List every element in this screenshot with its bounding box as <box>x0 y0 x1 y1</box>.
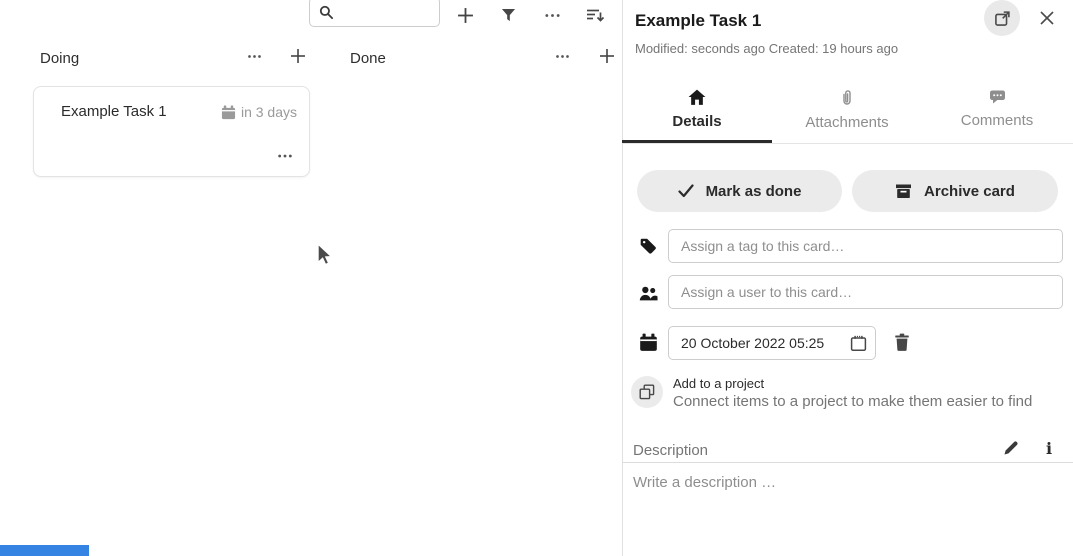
user-input[interactable] <box>669 284 1062 300</box>
search-icon <box>316 2 336 22</box>
users-icon <box>638 283 658 303</box>
button-label: Archive card <box>924 183 1015 200</box>
calendar-outline-icon <box>850 335 867 352</box>
sort-button[interactable] <box>581 1 609 29</box>
tag-input[interactable] <box>669 238 1062 254</box>
plus-icon <box>290 48 306 64</box>
sort-icon <box>586 7 604 23</box>
tab-label: Attachments <box>805 114 888 131</box>
calendar-icon <box>638 332 658 352</box>
tab-label: Comments <box>961 112 1034 129</box>
column-title: Doing <box>40 50 79 67</box>
card-more-button[interactable] <box>277 148 293 164</box>
mouse-cursor <box>317 243 336 268</box>
description-placeholder[interactable]: Write a description … <box>633 474 776 491</box>
tab-details[interactable]: Details <box>622 84 772 140</box>
due-date-text: in 3 days <box>241 104 297 120</box>
tab-label: Details <box>672 113 721 130</box>
project-row-subtitle: Connect items to a project to make them … <box>673 393 1032 410</box>
more-options-icon <box>555 49 570 64</box>
column-title: Done <box>350 50 386 67</box>
home-icon <box>688 89 706 106</box>
plus-icon <box>457 7 474 24</box>
more-options-icon <box>247 49 262 64</box>
tab-baseline <box>623 143 1073 144</box>
column-doing-more-button[interactable] <box>241 44 267 68</box>
search-input[interactable] <box>336 5 433 20</box>
external-link-icon <box>994 10 1011 27</box>
task-card[interactable]: Example Task 1 in 3 days <box>33 86 310 177</box>
more-options-icon <box>544 7 561 24</box>
archive-card-button[interactable]: Archive card <box>852 170 1058 212</box>
comment-icon <box>989 89 1006 105</box>
remove-due-date-button[interactable] <box>888 328 916 356</box>
close-icon <box>1039 10 1055 26</box>
column-header-doing: Doing <box>40 46 79 70</box>
description-divider <box>623 462 1073 463</box>
user-field[interactable] <box>668 275 1063 309</box>
column-doing-add-button[interactable] <box>285 44 311 68</box>
mark-as-done-button[interactable]: Mark as done <box>637 170 842 212</box>
close-panel-button[interactable] <box>1036 7 1058 29</box>
project-row-title: Add to a project <box>673 376 764 391</box>
column-done-more-button[interactable] <box>549 44 575 68</box>
info-icon: i <box>1046 439 1052 458</box>
tab-comments[interactable]: Comments <box>922 84 1072 140</box>
plus-icon <box>599 48 615 64</box>
panel-meta: Modified: seconds ago Created: 19 hours … <box>635 41 898 56</box>
trash-icon <box>894 333 910 351</box>
column-done-add-button[interactable] <box>594 44 620 68</box>
date-picker-button[interactable] <box>841 327 875 359</box>
panel-title: Example Task 1 <box>635 11 761 31</box>
edit-description-button[interactable] <box>999 437 1023 459</box>
more-options-icon <box>277 148 293 164</box>
card-title: Example Task 1 <box>61 103 167 120</box>
projects-icon <box>639 384 655 400</box>
column-header-done: Done <box>350 46 386 70</box>
pencil-icon <box>1003 440 1019 456</box>
tag-field[interactable] <box>668 229 1063 263</box>
add-card-button[interactable] <box>451 1 479 29</box>
progress-indicator-bar <box>0 545 89 556</box>
archive-icon <box>895 183 912 199</box>
filter-button[interactable] <box>494 1 522 29</box>
add-to-project-button[interactable] <box>631 376 663 408</box>
calendar-icon <box>221 105 236 120</box>
tab-attachments[interactable]: Attachments <box>772 84 922 140</box>
paperclip-icon <box>841 89 853 107</box>
board-more-options-button[interactable] <box>538 1 566 29</box>
description-label: Description <box>633 442 708 459</box>
button-label: Mark as done <box>706 183 802 200</box>
search-field[interactable] <box>309 0 440 27</box>
due-date-badge: in 3 days <box>221 104 297 120</box>
check-icon <box>678 184 694 198</box>
due-date-field[interactable] <box>668 326 876 360</box>
filter-icon <box>501 8 516 23</box>
open-in-new-window-button[interactable] <box>984 0 1020 36</box>
tag-icon <box>638 236 658 256</box>
description-info-button[interactable]: i <box>1037 437 1061 459</box>
app-window: Doing Done Example Task 1 in 3 days Exam… <box>0 0 1073 556</box>
due-date-input[interactable] <box>669 335 841 351</box>
